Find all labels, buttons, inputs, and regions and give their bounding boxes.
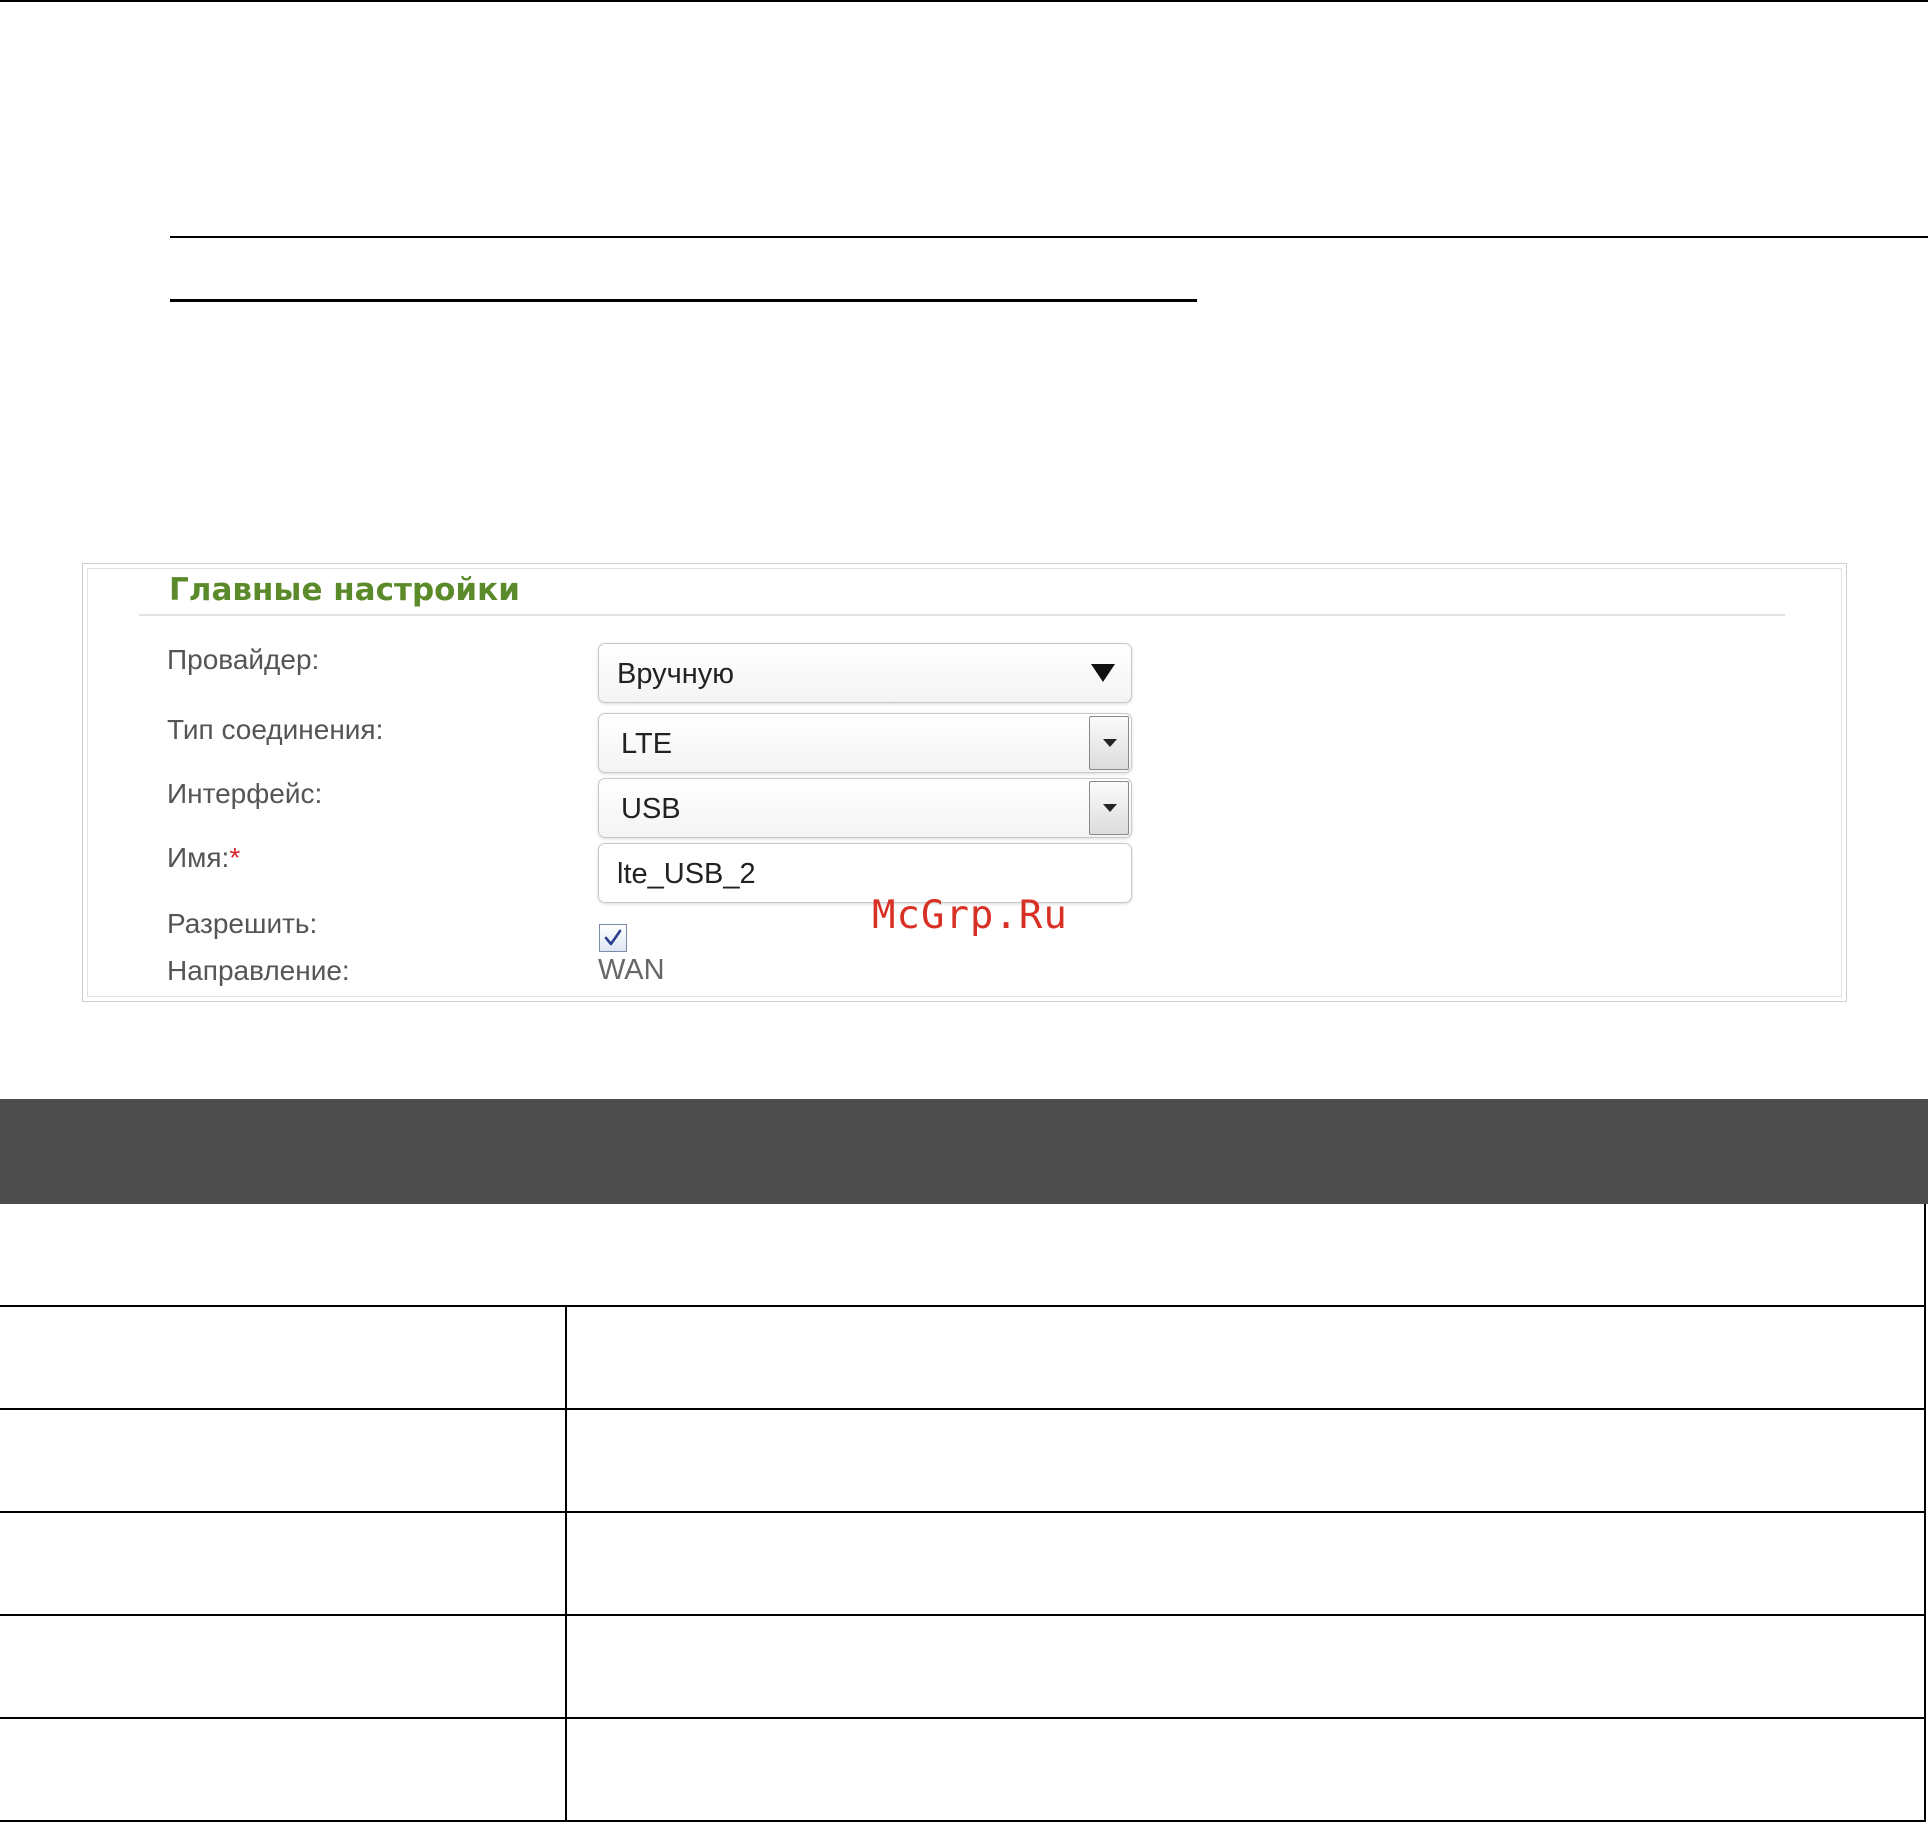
title-separator: [139, 614, 1785, 616]
checkmark-icon: [604, 929, 622, 946]
table-row: [0, 1307, 1926, 1410]
connection-type-select[interactable]: LTE: [598, 713, 1132, 773]
dropdown-arrow-icon: [1091, 664, 1115, 682]
interface-select-value: USB: [621, 793, 681, 825]
table-row: [0, 1410, 1926, 1513]
name-input-value: lte_USB_2: [617, 858, 756, 890]
underline-rule: [822, 299, 1197, 302]
provider-label: Провайдер:: [167, 644, 320, 675]
interface-select[interactable]: USB: [598, 778, 1132, 838]
column-divider: [565, 1719, 567, 1820]
watermark-text: McGrp.Ru: [872, 893, 1068, 938]
underline-rule: [170, 236, 1928, 238]
table-row: [0, 1616, 1926, 1719]
name-label: Имя:*: [167, 842, 240, 874]
table-row: [0, 1719, 1926, 1822]
column-divider: [565, 1513, 567, 1614]
column-divider: [565, 1410, 567, 1511]
underline-rule: [170, 299, 822, 302]
table-header: [0, 1099, 1928, 1204]
chevron-down-icon: [1103, 804, 1117, 812]
column-divider: [565, 1307, 567, 1408]
dropdown-button[interactable]: [1089, 716, 1129, 770]
chevron-down-icon: [1103, 739, 1117, 747]
interface-label: Интерфейс:: [167, 778, 323, 809]
name-label-text: Имя:: [167, 842, 230, 873]
connection-type-label: Тип соединения:: [167, 714, 384, 745]
provider-select[interactable]: Вручную: [598, 643, 1132, 703]
dropdown-button[interactable]: [1089, 781, 1129, 835]
enable-label: Разрешить:: [167, 908, 318, 939]
direction-value: WAN: [598, 954, 665, 986]
table-row: [0, 1204, 1926, 1307]
top-border-line: [0, 0, 1928, 2]
table-row: [0, 1513, 1926, 1616]
required-marker: *: [229, 842, 241, 873]
direction-label: Направление:: [167, 955, 350, 986]
panel-title: Главные настройки: [169, 572, 520, 608]
connection-type-select-value: LTE: [621, 728, 673, 760]
column-divider: [565, 1616, 567, 1717]
provider-select-value: Вручную: [617, 658, 735, 690]
enable-checkbox[interactable]: [599, 924, 627, 952]
